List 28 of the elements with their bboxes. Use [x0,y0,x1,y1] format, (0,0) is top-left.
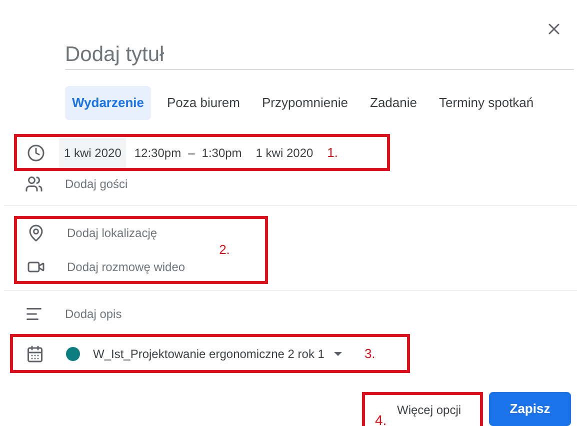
end-date[interactable]: 1 kwi 2020 [256,144,314,162]
calendar-select[interactable]: W_Ist_Projektowanie ergonomiczne 2 rok 1 [93,344,324,362]
tab[interactable]: Wydarzenie [65,86,152,120]
annotation-number: 1. [327,144,338,162]
description-icon [25,305,43,323]
more-options-button[interactable]: Więcej opcji [395,397,464,423]
start-time[interactable]: 12:30pm [134,144,182,162]
tab[interactable]: Terminy spotkań [434,86,538,120]
guests-field[interactable]: Dodaj gości [65,175,128,193]
tab[interactable]: Zadanie [366,86,421,120]
calendar-icon [26,344,44,362]
time-separator: – [188,144,195,162]
annotation-number: 2. [219,241,230,260]
guests-icon [25,175,43,193]
annotation-number: 4. [375,411,387,426]
start-date[interactable]: 1 kwi 2020 [59,138,126,168]
description-field[interactable]: Dodaj opis [65,305,122,323]
location-field[interactable]: Dodaj lokalizację [67,224,158,242]
video-call-link[interactable]: Dodaj rozmowę wideo [67,258,186,276]
location-icon [27,224,45,242]
annotation-number: 3. [364,344,376,363]
end-time[interactable]: 1:30pm [202,144,242,162]
dropdown-caret-icon [334,352,342,356]
tab[interactable]: Przypomnienie [258,86,352,120]
save-button[interactable]: Zapisz [489,392,571,426]
title-field[interactable]: Dodaj tytuł [65,40,574,70]
tab[interactable]: Poza biurem [163,86,244,120]
clock-icon [27,144,45,162]
